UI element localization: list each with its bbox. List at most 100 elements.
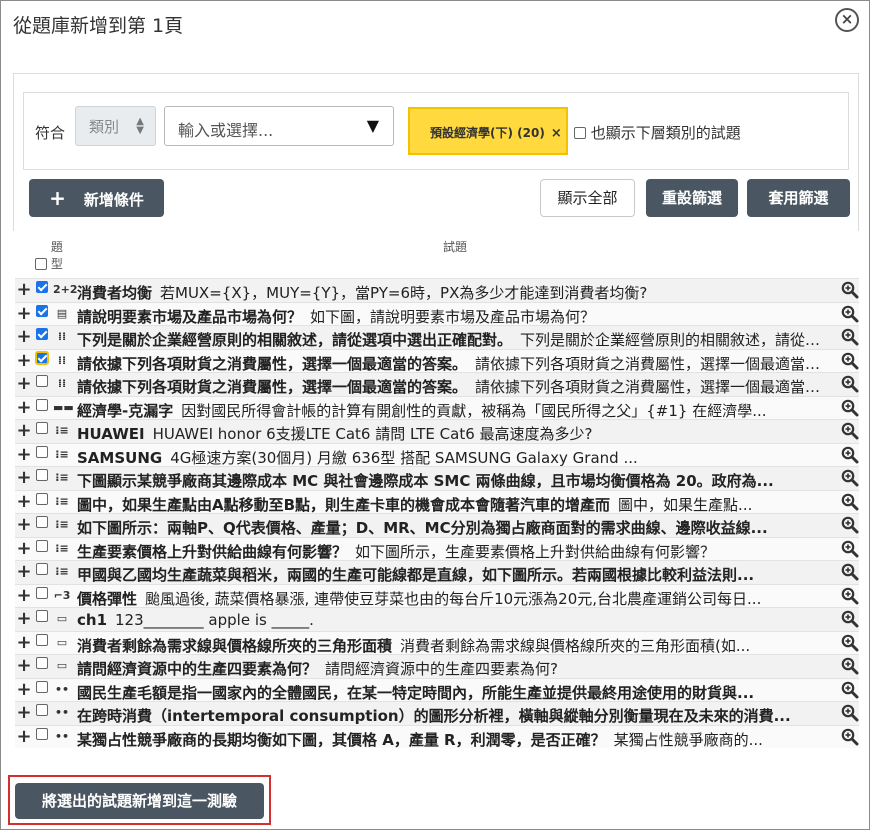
question-checkbox[interactable] xyxy=(36,281,48,293)
question-row[interactable]: + ▭ ch1 123________ apple is _____. xyxy=(15,607,859,631)
expand-plus-icon[interactable]: + xyxy=(15,585,33,606)
preview-zoom-icon[interactable] xyxy=(841,610,859,628)
question-checkbox[interactable] xyxy=(36,375,48,387)
dropdown-triangle-icon[interactable]: ▼ xyxy=(367,116,379,135)
question-row[interactable]: + ⁝≡ 如下圖所示：兩軸P、Q代表價格、產量；D、MR、MC分別為獨占廠商面對的需… xyxy=(15,513,859,537)
question-row[interactable]: + ▬▬ 經濟學-克漏字 因對國民所得會計帳的計算有開創性的貢獻，被稱為「國民所得之父… xyxy=(15,395,859,419)
question-checkbox[interactable] xyxy=(36,445,48,458)
question-checkbox[interactable] xyxy=(36,304,48,317)
expand-plus-icon[interactable]: + xyxy=(15,280,33,300)
question-row[interactable]: + ⁝≡ HUAWEI HUAWEI honor 6支援LTE Cat6 請問 LTE… xyxy=(15,419,859,443)
preview-zoom-icon[interactable] xyxy=(841,540,859,558)
question-row[interactable]: + ⁝≡ 下圖顯示某競爭廠商其邊際成本 MC 與社會邊際成本 SMC 兩條曲線，且市… xyxy=(15,466,859,490)
expand-plus-icon[interactable]: + xyxy=(15,632,33,653)
remove-tag-icon[interactable]: × xyxy=(551,126,562,141)
question-row[interactable]: + •• 國民生產毛額是指一國家內的全體國民，在某一特定時間內，所能生產並提供最終用… xyxy=(15,677,859,701)
close-icon[interactable]: × xyxy=(835,8,859,32)
reset-filter-button[interactable]: 重設篩選 xyxy=(646,179,738,217)
question-checkbox[interactable] xyxy=(36,657,48,669)
expand-plus-icon[interactable]: + xyxy=(15,327,33,347)
preview-zoom-icon[interactable] xyxy=(841,493,859,511)
select-all-checkbox[interactable] xyxy=(35,258,47,270)
question-checkbox[interactable] xyxy=(36,398,48,411)
expand-plus-icon[interactable]: + xyxy=(15,515,33,535)
include-subcategories-checkbox[interactable]: 也顯示下層類別的試題 xyxy=(574,122,741,143)
question-text: 下圖顯示某競爭廠商其邊際成本 MC 與社會邊際成本 SMC 兩條曲線，且市場均衡… xyxy=(77,470,832,490)
calculated-icon: 2+2 xyxy=(53,283,78,296)
category-select[interactable]: 類別 ▲ ▼ xyxy=(75,106,156,146)
expand-plus-icon[interactable]: + xyxy=(15,679,33,700)
preview-zoom-icon[interactable] xyxy=(841,634,859,652)
question-checkbox[interactable] xyxy=(36,586,48,599)
category-tag[interactable]: 預設經濟學(下) (20) × xyxy=(408,107,568,155)
expand-plus-icon[interactable]: + xyxy=(15,562,33,582)
preview-zoom-icon[interactable] xyxy=(841,516,859,534)
expand-plus-icon[interactable]: + xyxy=(15,726,33,747)
question-checkbox[interactable] xyxy=(36,328,48,340)
expand-plus-icon[interactable]: + xyxy=(15,538,33,559)
add-selected-to-quiz-button[interactable]: 將選出的試題新增到這一測驗 xyxy=(15,783,264,819)
question-row[interactable]: + ⁝≡ 圖中，如果生產點由A點移動至B點，則生產卡車的機會成本會隨著汽車的增產而圖… xyxy=(15,489,859,513)
preview-zoom-icon[interactable] xyxy=(841,305,859,323)
question-row[interactable]: + ⁞⁞ 請依據下列各項財貨之消費屬性，選擇一個最適當的答案。 請依據下列各項財貨之消… xyxy=(15,372,859,396)
question-name: SAMSUNG xyxy=(77,448,163,467)
expand-plus-icon[interactable]: + xyxy=(15,421,33,441)
preview-zoom-icon[interactable] xyxy=(841,399,859,417)
preview-zoom-icon[interactable] xyxy=(841,469,859,487)
question-row[interactable]: + •• 某獨占性競爭廠商的長期均衡如下圖，其價格 A，產量 R，利潤零，是否正確？… xyxy=(15,724,859,748)
expand-plus-icon[interactable]: + xyxy=(15,397,33,418)
expand-plus-icon[interactable]: + xyxy=(15,444,33,465)
show-all-button[interactable]: 顯示全部 xyxy=(540,179,635,217)
question-checkbox[interactable] xyxy=(36,469,48,481)
preview-zoom-icon[interactable] xyxy=(841,352,859,370)
question-checkbox[interactable] xyxy=(36,492,48,505)
question-row[interactable]: +2+2 消費者均衡 若MUX={X}，MUY={Y}，當PY=6時，PX為多少才能… xyxy=(15,278,859,302)
preview-zoom-icon[interactable] xyxy=(841,728,859,746)
question-row[interactable]: + ▭ 請問經濟資源中的生產四要素為何？ 請問經濟資源中的生產四要素為何? xyxy=(15,654,859,678)
question-checkbox[interactable] xyxy=(35,350,49,365)
question-checkbox[interactable] xyxy=(36,563,48,575)
preview-zoom-icon[interactable] xyxy=(841,587,859,605)
question-row[interactable]: + ▤ 請說明要素市場及產品市場為何？ 如下圖，請說明要素市場及產品市場為何？ xyxy=(15,301,859,325)
apply-filter-button[interactable]: 套用篩選 xyxy=(747,179,850,217)
add-condition-button[interactable]: + 新增條件 xyxy=(29,179,164,217)
question-checkbox[interactable] xyxy=(36,516,48,528)
question-checkbox[interactable] xyxy=(36,704,48,716)
preview-zoom-icon[interactable] xyxy=(841,328,859,346)
preview-zoom-icon[interactable] xyxy=(841,563,859,581)
preview-zoom-icon[interactable] xyxy=(841,446,859,464)
question-row[interactable]: + ⁝≡ 甲國與乙國均生產蔬菜與稻米，兩國的生產可能線都是直線，如下圖所示。若兩國根… xyxy=(15,560,859,584)
question-row[interactable]: + •• 在跨時消費（intertemporal consumption）的圖形分析… xyxy=(15,701,859,725)
question-name: 下圖顯示某競爭廠商其邊際成本 MC 與社會邊際成本 SMC 兩條曲線，且市場均衡… xyxy=(77,472,774,490)
question-checkbox[interactable] xyxy=(36,633,48,646)
question-row[interactable]: + ⁝≡ 生產要素價格上升對供給曲線有何影響？ 如下圖所示，生產要素價格上升對供給曲線… xyxy=(15,536,859,560)
expand-plus-icon[interactable]: + xyxy=(15,350,33,371)
expand-plus-icon[interactable]: + xyxy=(15,609,33,629)
question-name: 在跨時消費（intertemporal consumption）的圖形分析裡，橫… xyxy=(77,707,791,725)
question-row[interactable]: + ⌐3 價格彈性 颱風過後, 蔬菜價格暴漲, 連帶使豆芽菜也由的每台斤10元漲為20… xyxy=(15,583,859,607)
expand-plus-icon[interactable]: + xyxy=(15,656,33,676)
question-row[interactable]: + ⁝≡ SAMSUNG 4G極速方案(30個月) 月繳 636型 搭配 SAMSUN… xyxy=(15,442,859,467)
preview-zoom-icon[interactable] xyxy=(841,375,859,393)
question-checkbox[interactable] xyxy=(36,727,48,740)
preview-zoom-icon[interactable] xyxy=(841,422,859,440)
preview-zoom-icon[interactable] xyxy=(841,681,859,699)
question-row[interactable]: + ⁞⁞ 請依據下列各項財貨之消費屬性，選擇一個最適當的答案。 請依據下列各項財貨之消… xyxy=(15,348,859,372)
expand-plus-icon[interactable]: + xyxy=(15,374,33,394)
checkbox-icon[interactable] xyxy=(574,127,586,139)
question-checkbox[interactable] xyxy=(36,539,48,552)
question-checkbox[interactable] xyxy=(36,680,48,693)
question-row[interactable]: + ▭ 消費者剩餘為需求線與價格線所夾的三角形面積 消費者剩餘為需求線與價格線所夾的三… xyxy=(15,630,859,654)
question-checkbox[interactable] xyxy=(36,610,48,622)
preview-zoom-icon[interactable] xyxy=(841,704,859,722)
expand-plus-icon[interactable]: + xyxy=(15,703,33,723)
question-row[interactable]: + ⁞⁞ 下列是關於企業經營原則的相關敘述，請從選項中選出正確配對。 下列是關於企業經… xyxy=(15,325,859,349)
expand-plus-icon[interactable]: + xyxy=(15,468,33,488)
search-input[interactable]: 輸入或選擇... ▼ xyxy=(164,106,394,146)
expand-plus-icon[interactable]: + xyxy=(15,303,33,324)
select-all-header[interactable]: 題型 xyxy=(35,238,65,272)
expand-plus-icon[interactable]: + xyxy=(15,491,33,512)
preview-zoom-icon[interactable] xyxy=(841,657,859,675)
question-checkbox[interactable] xyxy=(36,422,48,434)
preview-zoom-icon[interactable] xyxy=(841,281,859,299)
